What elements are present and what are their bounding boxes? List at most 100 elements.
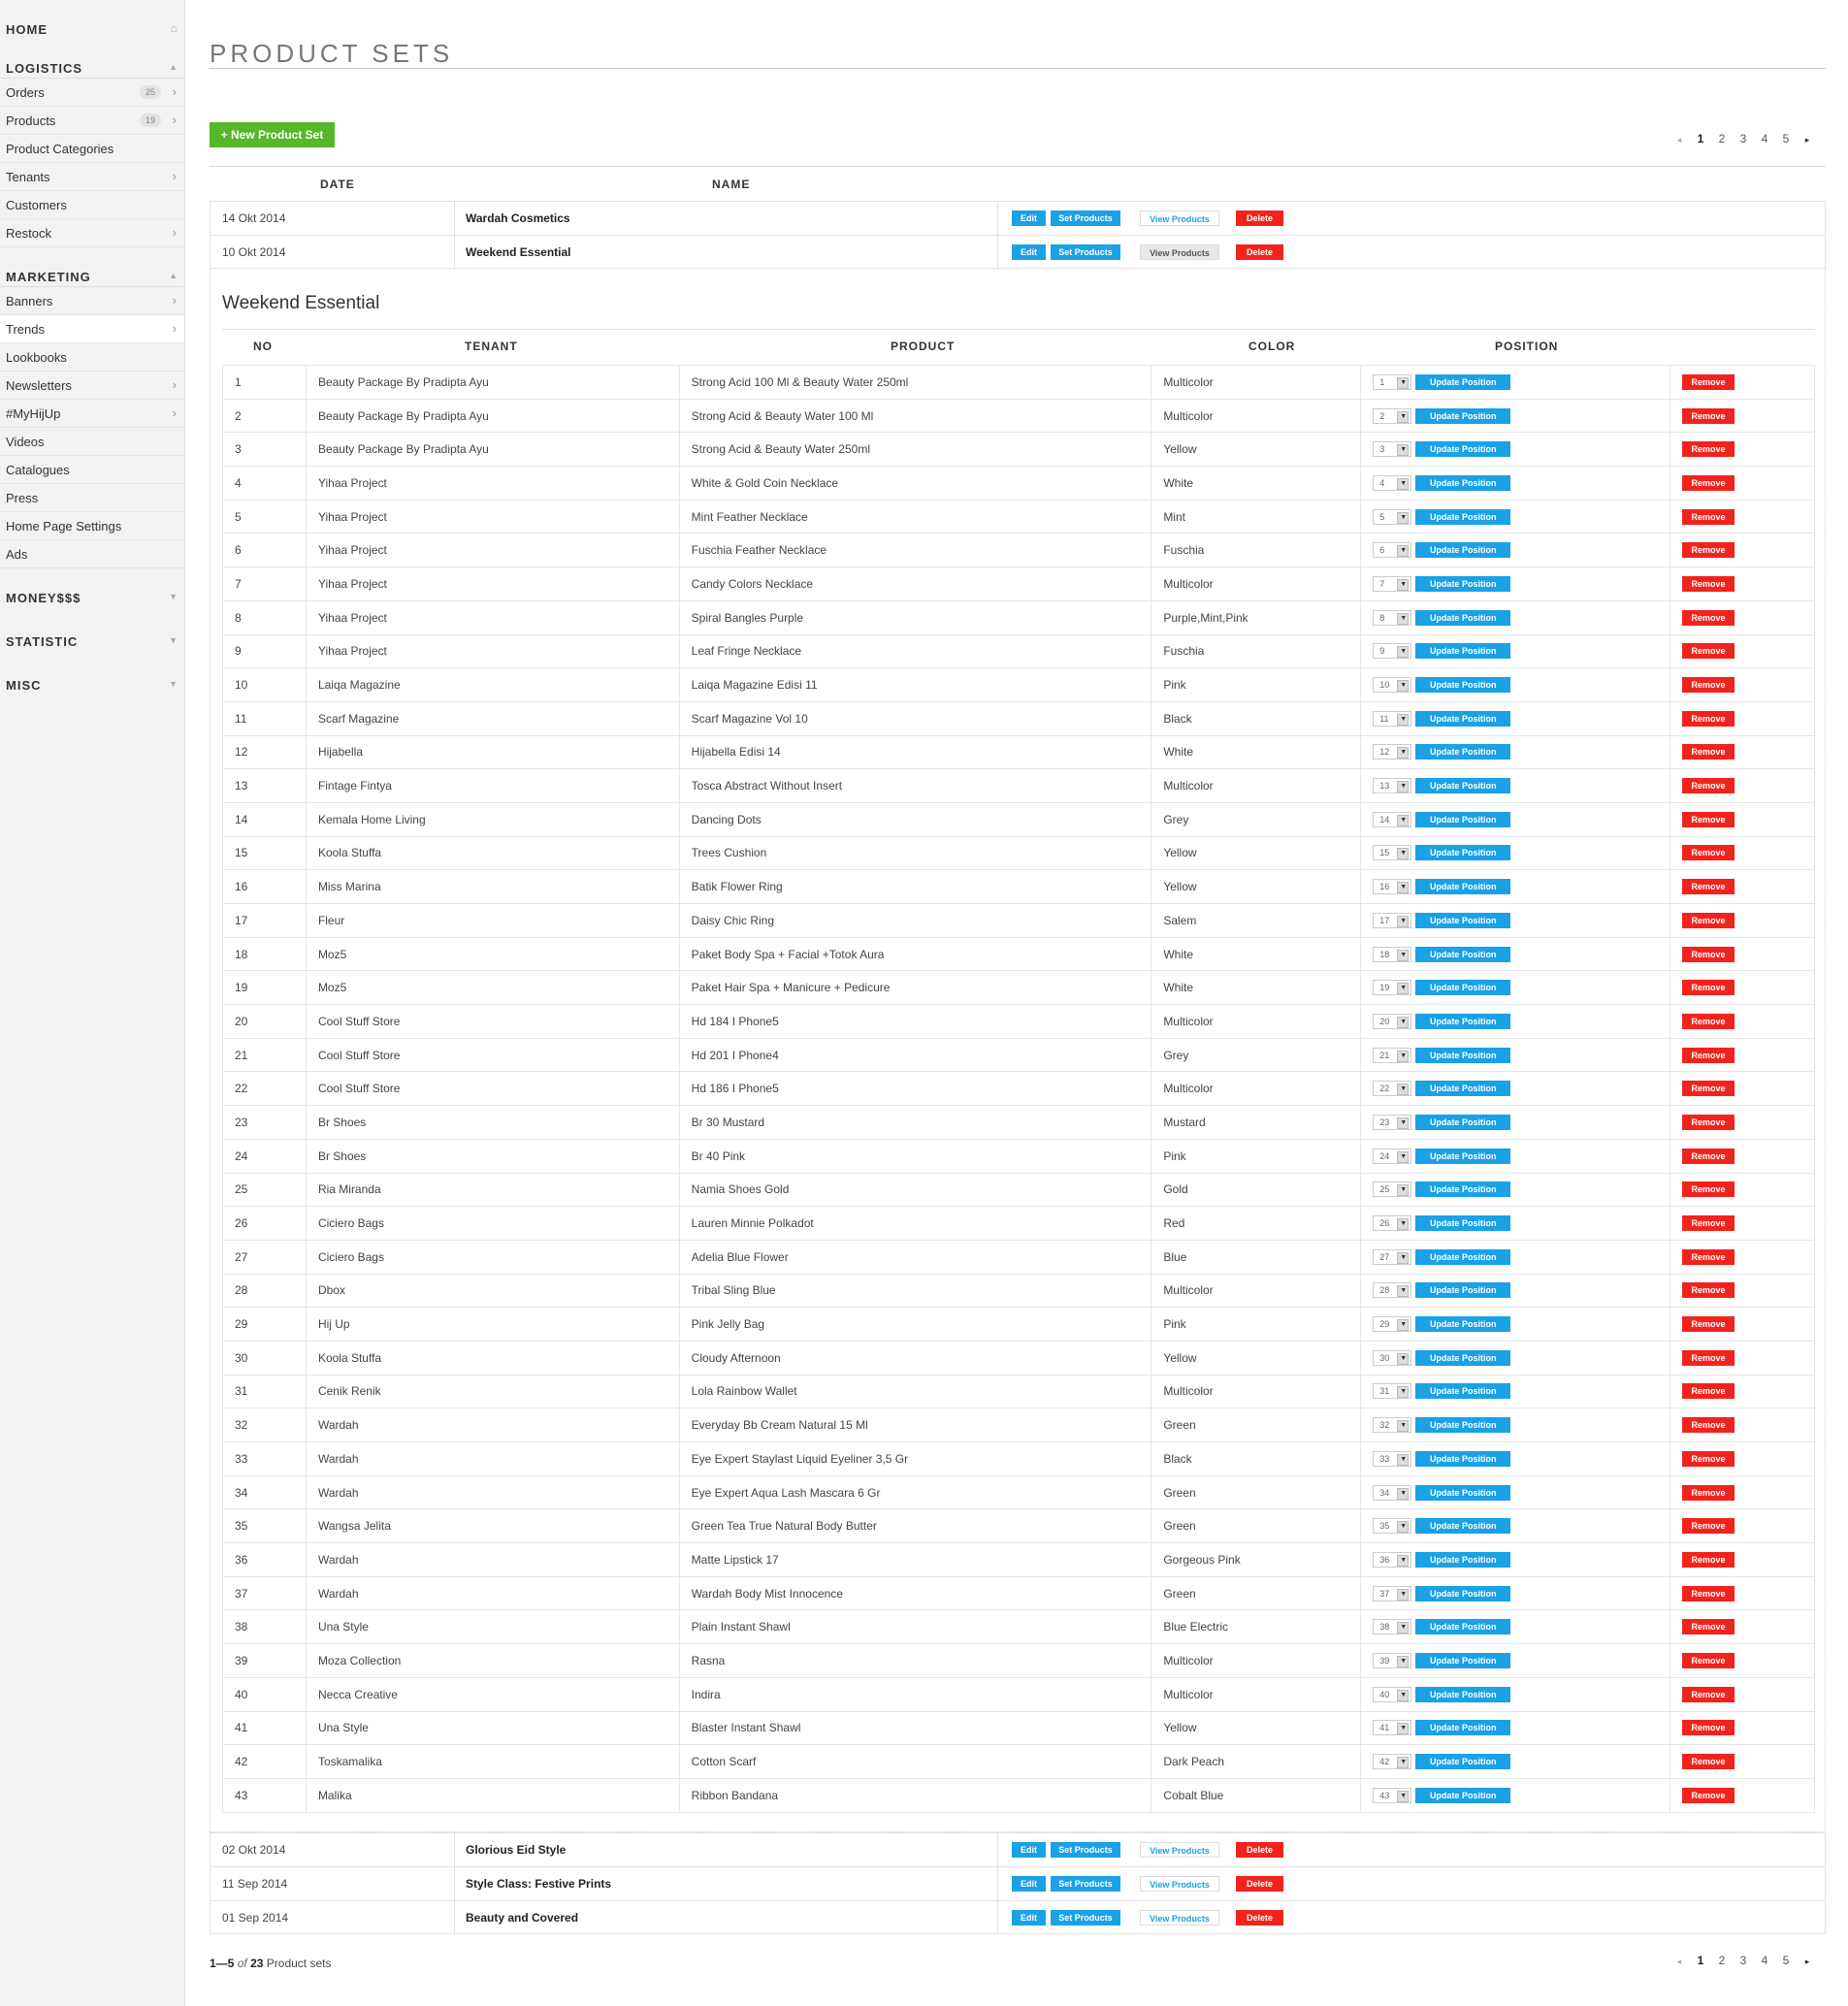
remove-button[interactable]: Remove bbox=[1682, 1047, 1735, 1063]
position-select[interactable]: 29 ▼ bbox=[1373, 1316, 1412, 1333]
position-select[interactable]: 3 ▼ bbox=[1373, 441, 1412, 458]
remove-button[interactable]: Remove bbox=[1682, 1484, 1735, 1501]
page-link-2[interactable]: 2 bbox=[1711, 1954, 1733, 1969]
position-select[interactable]: 13 ▼ bbox=[1373, 778, 1412, 794]
position-select[interactable]: 6 ▼ bbox=[1373, 542, 1412, 559]
remove-button[interactable]: Remove bbox=[1682, 1081, 1735, 1097]
view-products-button[interactable]: View Products bbox=[1140, 1876, 1219, 1892]
update-position-button[interactable]: Update Position bbox=[1415, 1316, 1511, 1333]
position-select[interactable]: 11 ▼ bbox=[1373, 710, 1412, 727]
sidebar-item-products[interactable]: Products 19 › bbox=[0, 107, 184, 135]
sidebar-item-videos[interactable]: Videos bbox=[0, 428, 184, 456]
update-position-button[interactable]: Update Position bbox=[1415, 710, 1511, 727]
position-select[interactable]: 2 ▼ bbox=[1373, 407, 1412, 424]
position-select[interactable]: 33 ▼ bbox=[1373, 1450, 1412, 1467]
update-position-button[interactable]: Update Position bbox=[1415, 1754, 1511, 1770]
view-products-button[interactable]: View Products bbox=[1140, 1842, 1219, 1858]
sidebar-item-ads[interactable]: Ads bbox=[0, 540, 184, 568]
page-link-5[interactable]: 5 bbox=[1775, 132, 1797, 147]
remove-button[interactable]: Remove bbox=[1682, 1686, 1735, 1702]
remove-button[interactable]: Remove bbox=[1682, 1518, 1735, 1535]
position-select[interactable]: 16 ▼ bbox=[1373, 879, 1412, 895]
remove-button[interactable]: Remove bbox=[1682, 1585, 1735, 1602]
view-products-button[interactable]: View Products bbox=[1140, 1910, 1219, 1925]
remove-button[interactable]: Remove bbox=[1682, 1114, 1735, 1130]
position-select[interactable]: 10 ▼ bbox=[1373, 677, 1412, 694]
position-select[interactable]: 12 ▼ bbox=[1373, 744, 1412, 760]
delete-button[interactable]: Delete bbox=[1236, 1842, 1283, 1858]
update-position-button[interactable]: Update Position bbox=[1415, 1248, 1511, 1265]
remove-button[interactable]: Remove bbox=[1682, 1754, 1735, 1770]
remove-button[interactable]: Remove bbox=[1682, 1652, 1735, 1668]
update-position-button[interactable]: Update Position bbox=[1415, 1081, 1511, 1097]
remove-button[interactable]: Remove bbox=[1682, 1181, 1735, 1198]
update-position-button[interactable]: Update Position bbox=[1415, 407, 1511, 424]
update-position-button[interactable]: Update Position bbox=[1415, 1450, 1511, 1467]
update-position-button[interactable]: Update Position bbox=[1415, 1585, 1511, 1602]
delete-button[interactable]: Delete bbox=[1236, 210, 1283, 226]
update-position-button[interactable]: Update Position bbox=[1415, 677, 1511, 694]
update-position-button[interactable]: Update Position bbox=[1415, 1787, 1511, 1803]
update-position-button[interactable]: Update Position bbox=[1415, 845, 1511, 861]
edit-button[interactable]: Edit bbox=[1012, 244, 1046, 260]
position-select[interactable]: 28 ▼ bbox=[1373, 1282, 1412, 1299]
position-select[interactable]: 39 ▼ bbox=[1373, 1652, 1412, 1668]
update-position-button[interactable]: Update Position bbox=[1415, 1047, 1511, 1063]
delete-button[interactable]: Delete bbox=[1236, 244, 1283, 260]
sidebar-section-statistic[interactable]: STATISTIC ▼ bbox=[0, 624, 184, 652]
edit-button[interactable]: Edit bbox=[1012, 210, 1046, 226]
position-select[interactable]: 14 ▼ bbox=[1373, 811, 1412, 827]
update-position-button[interactable]: Update Position bbox=[1415, 1215, 1511, 1232]
remove-button[interactable]: Remove bbox=[1682, 609, 1735, 626]
position-select[interactable]: 24 ▼ bbox=[1373, 1148, 1412, 1164]
sidebar-item-customers[interactable]: Customers bbox=[0, 191, 184, 219]
set-products-button[interactable]: Set Products bbox=[1051, 1842, 1120, 1858]
remove-button[interactable]: Remove bbox=[1682, 677, 1735, 694]
sidebar-section-moneysss[interactable]: MONEY$$$ ▼ bbox=[0, 580, 184, 608]
next-page-icon[interactable]: ▸ bbox=[1797, 132, 1818, 147]
position-select[interactable]: 26 ▼ bbox=[1373, 1215, 1412, 1232]
page-link-5[interactable]: 5 bbox=[1775, 1954, 1797, 1969]
position-select[interactable]: 36 ▼ bbox=[1373, 1551, 1412, 1568]
sidebar-item-orders[interactable]: Orders 25 › bbox=[0, 79, 184, 107]
new-product-set-button[interactable]: + New Product Set bbox=[210, 122, 335, 147]
sidebar-item-trends[interactable]: Trends › bbox=[0, 315, 184, 343]
remove-button[interactable]: Remove bbox=[1682, 575, 1735, 592]
update-position-button[interactable]: Update Position bbox=[1415, 1652, 1511, 1668]
page-link-1[interactable]: 1 bbox=[1690, 132, 1711, 147]
remove-button[interactable]: Remove bbox=[1682, 778, 1735, 794]
remove-button[interactable]: Remove bbox=[1682, 845, 1735, 861]
remove-button[interactable]: Remove bbox=[1682, 643, 1735, 660]
update-position-button[interactable]: Update Position bbox=[1415, 1181, 1511, 1198]
update-position-button[interactable]: Update Position bbox=[1415, 1148, 1511, 1164]
position-select[interactable]: 34 ▼ bbox=[1373, 1484, 1412, 1501]
edit-button[interactable]: Edit bbox=[1012, 1910, 1046, 1925]
remove-button[interactable]: Remove bbox=[1682, 1013, 1735, 1029]
remove-button[interactable]: Remove bbox=[1682, 980, 1735, 996]
remove-button[interactable]: Remove bbox=[1682, 441, 1735, 458]
remove-button[interactable]: Remove bbox=[1682, 1417, 1735, 1434]
update-position-button[interactable]: Update Position bbox=[1415, 744, 1511, 760]
sidebar-item-newsletters[interactable]: Newsletters › bbox=[0, 372, 184, 400]
remove-button[interactable]: Remove bbox=[1682, 879, 1735, 895]
update-position-button[interactable]: Update Position bbox=[1415, 643, 1511, 660]
remove-button[interactable]: Remove bbox=[1682, 1148, 1735, 1164]
update-position-button[interactable]: Update Position bbox=[1415, 474, 1511, 491]
update-position-button[interactable]: Update Position bbox=[1415, 1349, 1511, 1366]
update-position-button[interactable]: Update Position bbox=[1415, 1282, 1511, 1299]
update-position-button[interactable]: Update Position bbox=[1415, 980, 1511, 996]
edit-button[interactable]: Edit bbox=[1012, 1842, 1046, 1858]
page-link-3[interactable]: 3 bbox=[1733, 132, 1754, 147]
remove-button[interactable]: Remove bbox=[1682, 373, 1735, 390]
update-position-button[interactable]: Update Position bbox=[1415, 1551, 1511, 1568]
position-select[interactable]: 27 ▼ bbox=[1373, 1248, 1412, 1265]
page-link-1[interactable]: 1 bbox=[1690, 1954, 1711, 1969]
view-products-button[interactable]: View Products bbox=[1140, 244, 1219, 260]
remove-button[interactable]: Remove bbox=[1682, 1450, 1735, 1467]
remove-button[interactable]: Remove bbox=[1682, 1316, 1735, 1333]
remove-button[interactable]: Remove bbox=[1682, 1551, 1735, 1568]
update-position-button[interactable]: Update Position bbox=[1415, 1484, 1511, 1501]
update-position-button[interactable]: Update Position bbox=[1415, 575, 1511, 592]
update-position-button[interactable]: Update Position bbox=[1415, 879, 1511, 895]
sidebar-section-home[interactable]: HOME ⌂ bbox=[0, 13, 184, 40]
